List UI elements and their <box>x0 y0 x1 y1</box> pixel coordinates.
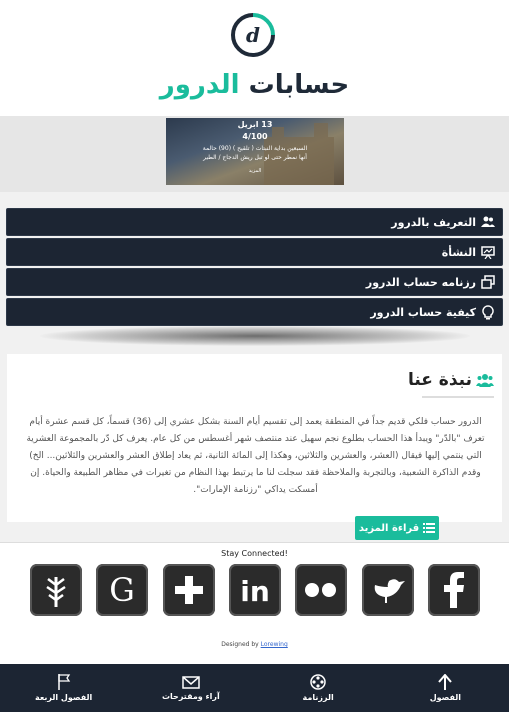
about-title-text: نبذة عنا <box>407 370 472 390</box>
nav-item-calendar[interactable]: الرزنامة <box>255 664 382 712</box>
menu-item-definition[interactable]: التعريف بالدرور <box>6 208 503 236</box>
banner-line-1: السبعين بداية النبتات ( تلقيح ) (90) حال… <box>202 145 308 152</box>
users-icon <box>480 214 496 230</box>
list-icon <box>423 523 436 533</box>
twitter-icon[interactable] <box>361 564 414 616</box>
stay-connected-label: Stay Connected! <box>221 549 288 558</box>
banner-date: 13 ابريل <box>237 120 273 129</box>
menu-item-how-to[interactable]: كيفية حساب الدرور <box>6 298 503 326</box>
about-text: الدرور حساب فلكي قديم جداً في المنطقة يع… <box>26 417 485 495</box>
menu-item-label: النشأة <box>441 245 476 259</box>
designed-by-label: Designed by <box>221 641 259 648</box>
facebook-icon[interactable] <box>427 564 480 616</box>
menu-item-label: التعريف بالدرور <box>391 215 476 229</box>
menu-item-calendar[interactable]: رزنامه حساب الدرور <box>6 268 503 296</box>
arrow-up-icon <box>438 674 453 690</box>
lightbulb-icon <box>480 304 496 320</box>
menu-shadow <box>40 326 470 346</box>
app-title: حسابات الدرور <box>0 70 509 100</box>
menu-item-label: كيفية حساب الدرور <box>370 305 476 319</box>
logo-letter: d <box>246 23 260 47</box>
banner-image[interactable]: 13 ابريل 4/100 السبعين بداية النبتات ( ت… <box>166 118 344 185</box>
flickr-icon[interactable] <box>295 564 348 616</box>
banner-count: 4/100 <box>242 132 268 141</box>
nav-label: الفصول الربعة <box>35 693 93 702</box>
logo-icon[interactable]: d <box>230 12 276 58</box>
flag-icon <box>57 674 70 690</box>
google-icon[interactable]: G <box>96 564 149 616</box>
designed-by: Designed by Lorewing <box>0 641 509 648</box>
linkedin-icon[interactable]: in <box>228 564 281 616</box>
menu-item-label: رزنامه حساب الدرور <box>365 275 476 289</box>
about-section: نبذة عنا الدرور حساب فلكي قديم جداً في ا… <box>7 354 502 522</box>
designer-link[interactable]: Lorewing <box>261 641 288 648</box>
menu-item-origin[interactable]: النشأة <box>6 238 503 266</box>
film-reel-icon <box>310 674 326 690</box>
app-title-accent: الدرور <box>159 70 240 100</box>
nav-item-feedback[interactable]: آراء ومقترحات <box>127 664 254 712</box>
google-plus-icon[interactable] <box>162 564 215 616</box>
bottom-nav: الفصول الربعة آراء ومقترحات الرزنامة الف… <box>0 664 509 712</box>
nav-label: الفصول <box>429 693 462 702</box>
nav-item-seasons[interactable]: الفصول <box>382 664 509 712</box>
app-title-dark: حسابات <box>248 70 350 100</box>
nav-label: الرزنامة <box>302 693 334 702</box>
banner-more[interactable]: المزيد <box>166 168 344 174</box>
nav-item-four-seasons[interactable]: الفصول الربعة <box>0 664 127 712</box>
social-icons: G in <box>30 564 480 616</box>
about-title: نبذة عنا <box>408 370 494 390</box>
window-restore-icon <box>480 274 496 290</box>
envelope-icon <box>182 675 200 689</box>
users-icon <box>476 374 494 387</box>
header: d حسابات الدرور <box>0 0 509 116</box>
svg-text:in: in <box>240 575 270 605</box>
read-more-label: قراءة المزيد <box>358 522 420 534</box>
main-menu: التعريف بالدرور النشأة رزنامه حساب الدرو… <box>6 208 503 328</box>
svg-text:G: G <box>110 573 136 607</box>
title-underline <box>422 396 494 398</box>
presentation-icon <box>480 244 496 260</box>
read-more-button[interactable]: قراءة المزيد <box>355 516 439 540</box>
nav-label: آراء ومقترحات <box>162 691 220 701</box>
social-section: Stay Connected! G in Designed by Lorewin… <box>0 542 509 664</box>
vine-icon[interactable] <box>30 564 82 616</box>
banner-line-2: أنها نمطر حتى لو تبل ريش الدجاج / الطير <box>203 154 307 161</box>
